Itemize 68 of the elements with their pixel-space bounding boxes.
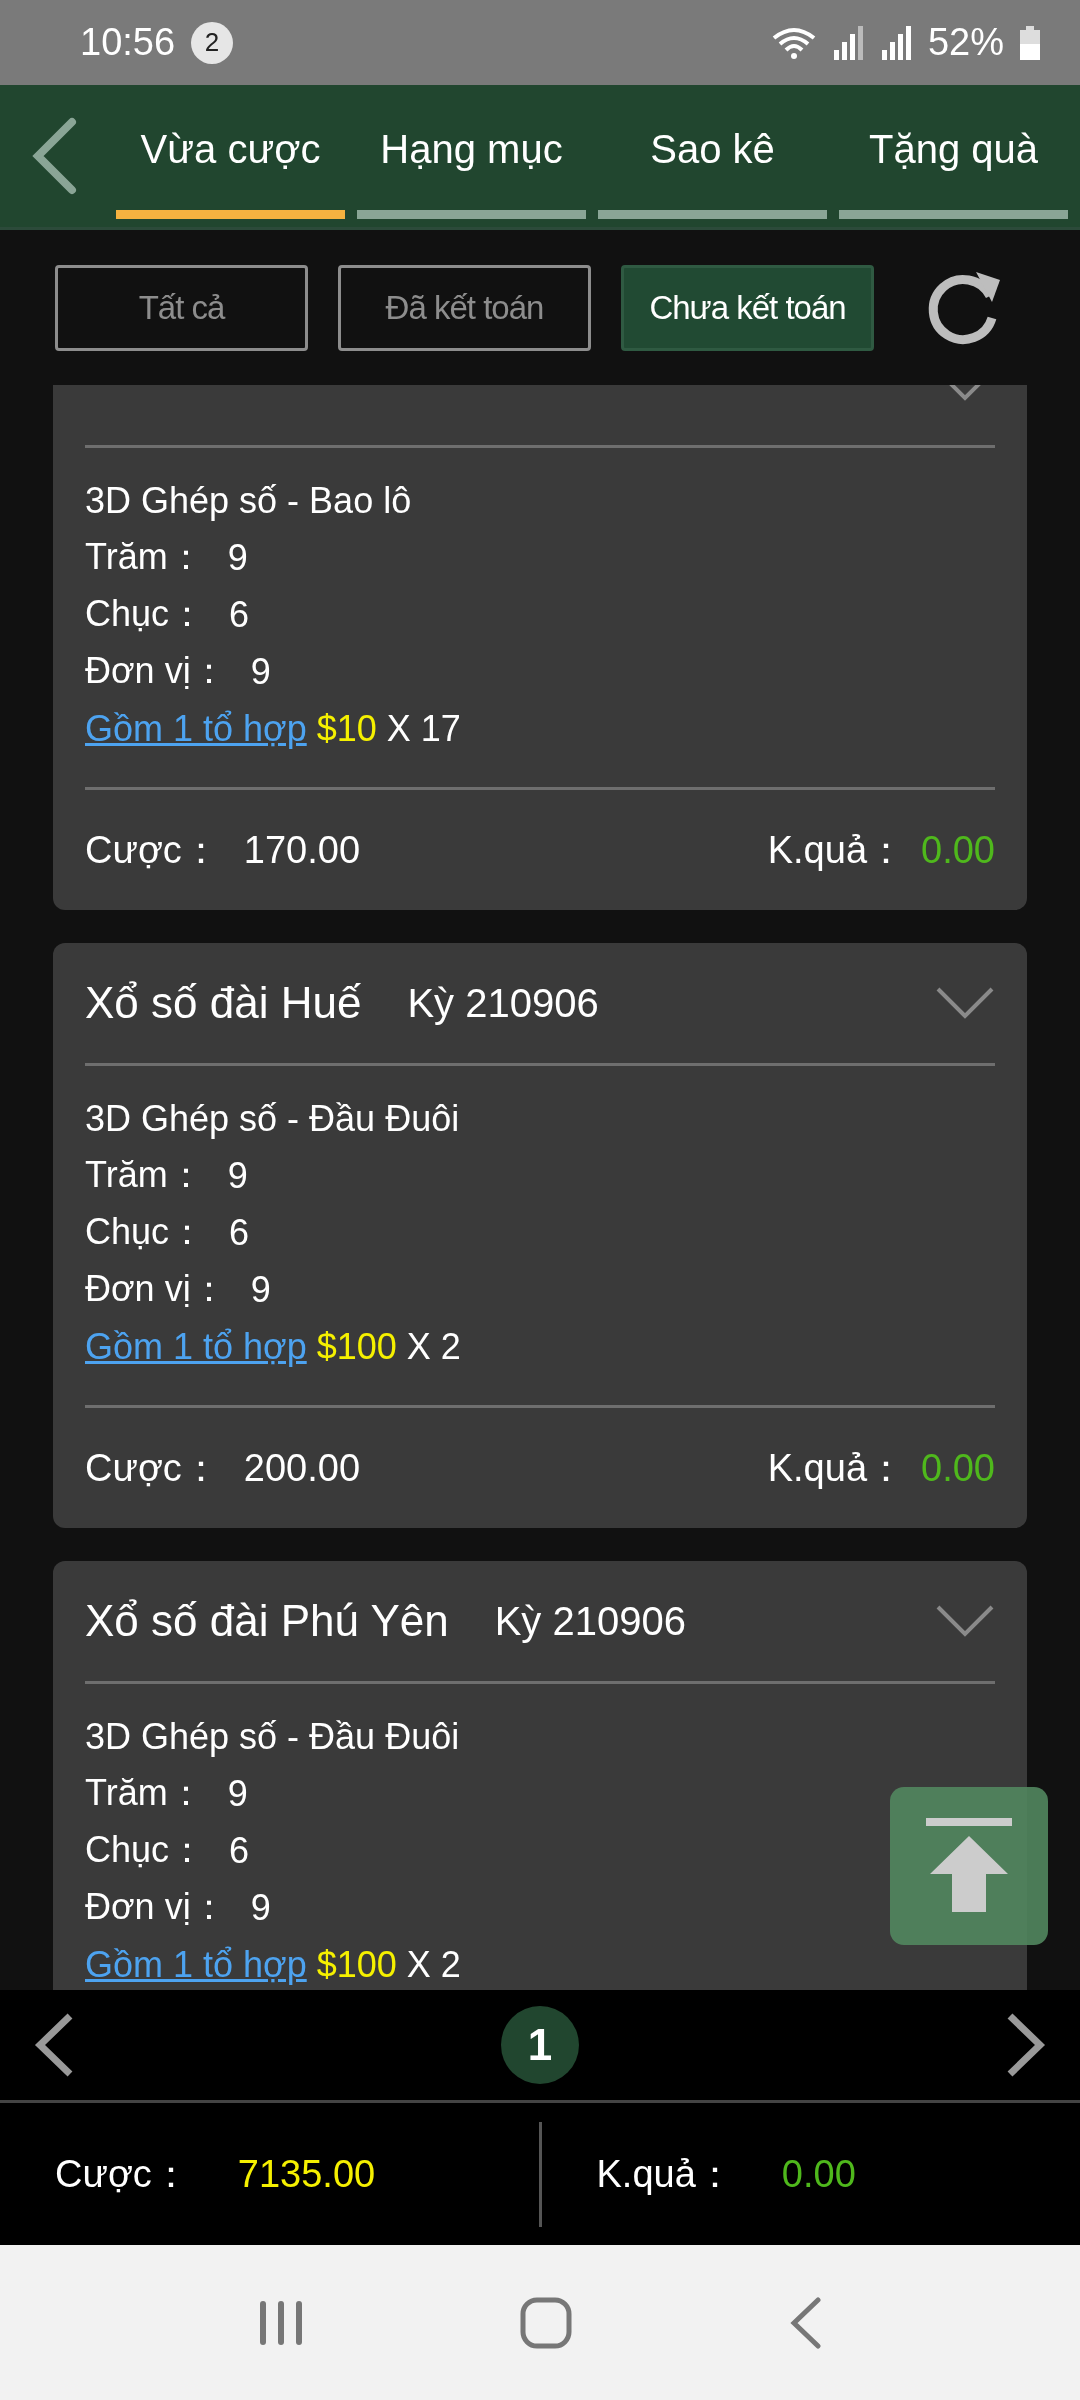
multiplier: X 17 — [386, 707, 461, 750]
total-bet-amount: 7135.00 — [237, 2152, 376, 2196]
digit-label: Đơn vị： — [85, 649, 227, 693]
total-result-label: K.quả： — [596, 2151, 734, 2197]
tab[interactable]: Sao kê — [598, 85, 827, 219]
chevron-down-icon[interactable] — [935, 1604, 995, 1638]
combination-link[interactable]: Gồm 1 tổ hợp — [85, 1943, 307, 1986]
notification-count: 2 — [191, 21, 234, 64]
filter-button[interactable]: Chưa kết toán — [621, 264, 874, 351]
bet-amount: 170.00 — [243, 828, 361, 872]
combination-link[interactable]: Gồm 1 tổ hợp — [85, 1325, 307, 1368]
game-type: 3D Ghép số - Đầu Đuôi — [85, 1097, 460, 1140]
tab[interactable]: Hạng mục — [357, 85, 586, 219]
game-type: 3D Ghép số - Bao lô — [85, 479, 412, 522]
recent-apps-icon[interactable] — [258, 2298, 304, 2347]
period-label: Kỳ 210906 — [494, 1598, 686, 1644]
battery-icon — [1020, 25, 1040, 60]
digit-value: 9 — [250, 1886, 271, 1929]
digit-label: Đơn vị： — [85, 1885, 227, 1929]
digit-label: Trăm： — [85, 1771, 204, 1815]
back-icon[interactable] — [788, 2296, 822, 2349]
filter-button[interactable]: Tất cả — [55, 264, 308, 351]
signal-icon — [879, 25, 912, 60]
chevron-down-icon[interactable] — [935, 986, 995, 1020]
game-type: 3D Ghép số - Đầu Đuôi — [85, 1715, 460, 1758]
digit-value: 9 — [250, 650, 271, 693]
tab[interactable]: Tặng quà — [839, 85, 1068, 219]
digit-label: Đơn vị： — [85, 1267, 227, 1311]
multiplier: X 2 — [406, 1943, 461, 1986]
signal-icon — [831, 25, 864, 60]
digit-label: Trăm： — [85, 1153, 204, 1197]
page-number[interactable]: 1 — [501, 2006, 579, 2084]
bet-label: Cược： — [85, 827, 220, 873]
lottery-title: Xổ số đài Phú Yên — [85, 1596, 449, 1646]
multiplier: X 2 — [406, 1325, 461, 1368]
digit-value: 9 — [227, 536, 248, 579]
total-bet-label: Cược： — [55, 2151, 190, 2197]
digit-value: 9 — [227, 1154, 248, 1197]
total-result-amount: 0.00 — [781, 2152, 856, 2196]
status-time: 10:56 — [80, 21, 176, 64]
battery-percent: 52% — [927, 21, 1004, 64]
digit-value: 9 — [250, 1268, 271, 1311]
digit-value: 6 — [229, 1829, 250, 1872]
scroll-to-top-button[interactable] — [890, 1787, 1048, 1945]
result-amount: 0.00 — [921, 828, 995, 872]
result-label: K.quả： — [767, 827, 906, 873]
result-amount: 0.00 — [921, 1446, 995, 1490]
stake-amount: $10 — [316, 707, 377, 750]
period-label: Kỳ 210906 — [407, 980, 599, 1026]
digit-label: Trăm： — [85, 535, 204, 579]
digit-value: 6 — [229, 1211, 250, 1254]
digit-label: Chục： — [85, 592, 206, 636]
digit-value: 6 — [229, 593, 250, 636]
combination-link[interactable]: Gồm 1 tổ hợp — [85, 707, 307, 750]
bet-amount: 200.00 — [243, 1446, 361, 1490]
tab[interactable]: Vừa cược — [116, 85, 345, 219]
digit-label: Chục： — [85, 1828, 206, 1872]
digit-label: Chục： — [85, 1210, 206, 1254]
wifi-icon — [771, 25, 816, 60]
bet-label: Cược： — [85, 1445, 220, 1491]
result-label: K.quả： — [767, 1445, 906, 1491]
stake-amount: $100 — [316, 1325, 397, 1368]
scroll-to-top-icon — [926, 1818, 1012, 1914]
lottery-title: Xổ số đài Huế — [85, 978, 362, 1028]
filter-button[interactable]: Đã kết toán — [338, 264, 591, 351]
home-icon[interactable] — [520, 2296, 572, 2349]
digit-value: 9 — [227, 1772, 248, 1815]
stake-amount: $100 — [316, 1943, 397, 1986]
